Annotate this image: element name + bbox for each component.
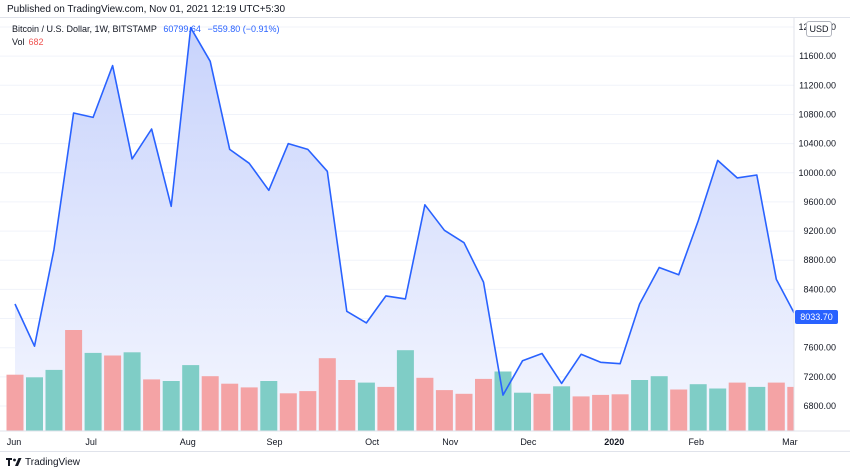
volume-bar — [533, 393, 551, 431]
volume-bar — [475, 378, 492, 431]
volume-bar — [338, 380, 356, 431]
y-tick-label: 10000.00 — [798, 168, 836, 178]
volume-bar — [318, 358, 336, 431]
chart-canvas[interactable]: 12000.0011600.0011200.0010800.0010400.00… — [0, 0, 850, 476]
volume-bar — [84, 352, 102, 431]
volume-bar — [455, 393, 473, 431]
volume-bar — [611, 394, 629, 431]
volume-bar — [514, 392, 531, 431]
y-tick-label: 10800.00 — [798, 109, 836, 119]
y-tick-label: 8800.00 — [803, 255, 836, 265]
x-tick-label: Nov — [442, 437, 459, 447]
x-tick-label: 2020 — [604, 437, 624, 447]
volume-bar — [494, 371, 512, 431]
x-tick-label: Jun — [7, 437, 22, 447]
footer-brand[interactable]: TradingView — [6, 457, 80, 468]
volume-bar — [748, 386, 766, 431]
volume-bar — [709, 388, 727, 431]
volume-bar — [6, 374, 24, 431]
volume-bar — [240, 387, 258, 431]
volume-bar — [45, 369, 63, 431]
volume-bar — [26, 377, 43, 431]
brand-name: TradingView — [25, 457, 81, 468]
y-tick-label: 9200.00 — [803, 226, 836, 236]
volume-bar — [143, 379, 161, 431]
volume-bar — [689, 384, 707, 431]
volume-bar — [182, 365, 200, 431]
current-price-badge: 8033.70 — [795, 310, 838, 324]
volume-bar — [279, 393, 297, 431]
volume-bar — [553, 386, 571, 431]
volume-bar — [260, 381, 278, 431]
volume-legend: Vol 682 — [12, 37, 44, 47]
price-change-value: −559.80 (−0.91%) — [207, 24, 280, 34]
volume-value: 682 — [28, 37, 44, 47]
volume-bar — [650, 376, 668, 431]
volume-bar — [572, 396, 590, 431]
x-tick-label: Jul — [85, 437, 97, 447]
tradingview-logo-icon — [6, 458, 22, 467]
volume-bar — [162, 381, 180, 431]
volume-bar — [728, 382, 746, 431]
volume-bar — [221, 383, 239, 431]
x-tick-label: Dec — [520, 437, 537, 447]
x-tick-label: Mar — [782, 437, 798, 447]
volume-bar — [65, 330, 83, 431]
volume-bar — [670, 389, 688, 431]
volume-bar — [767, 382, 785, 431]
y-tick-label: 10400.00 — [798, 139, 836, 149]
y-tick-label: 8400.00 — [803, 284, 836, 294]
volume-bar — [104, 355, 122, 431]
y-tick-label: 7600.00 — [803, 343, 836, 353]
x-tick-label: Oct — [365, 437, 380, 447]
y-tick-label: 7200.00 — [803, 372, 836, 382]
volume-bar — [435, 390, 453, 431]
volume-label: Vol — [12, 37, 25, 47]
x-tick-label: Aug — [180, 437, 196, 447]
volume-bar — [377, 386, 395, 431]
symbol-legend: Bitcoin / U.S. Dollar, 1W, BITSTAMP 6079… — [12, 24, 284, 34]
volume-bar — [123, 352, 141, 431]
time-scale[interactable] — [0, 431, 850, 450]
volume-bar — [592, 394, 610, 431]
volume-bar — [357, 382, 375, 431]
currency-button[interactable]: USD — [806, 21, 832, 37]
y-tick-label: 6800.00 — [803, 401, 836, 411]
volume-bar — [396, 350, 414, 431]
y-tick-label: 11600.00 — [799, 51, 836, 61]
x-tick-label: Sep — [267, 437, 283, 447]
y-tick-label: 9600.00 — [803, 197, 836, 207]
last-price-value: 60799.64 — [163, 24, 201, 34]
x-tick-label: Feb — [688, 437, 704, 447]
volume-bar — [201, 376, 219, 431]
volume-bar — [631, 380, 649, 431]
volume-bar — [299, 391, 317, 431]
y-tick-label: 11200.00 — [799, 80, 836, 90]
volume-bar — [416, 377, 434, 431]
symbol-title: Bitcoin / U.S. Dollar, 1W, BITSTAMP — [12, 24, 157, 34]
